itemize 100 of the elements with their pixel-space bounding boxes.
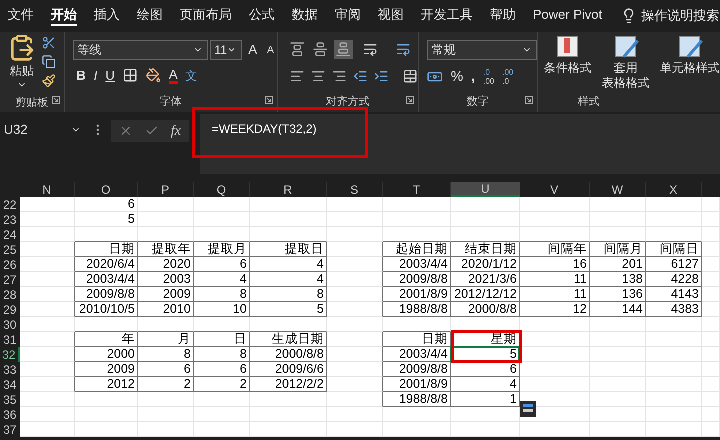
ribbon-tab[interactable]: 公式	[249, 6, 275, 26]
bold-button[interactable]: B	[76, 66, 86, 86]
dialog-launcher-icon[interactable]	[265, 96, 273, 104]
table-cell: 8	[250, 287, 327, 302]
format-painter-icon[interactable]	[42, 74, 56, 88]
align-right-icon[interactable]	[332, 69, 347, 84]
row-header[interactable]: 28	[0, 287, 20, 302]
orientation-icon[interactable]	[363, 42, 378, 57]
vertical-align-button[interactable]	[334, 40, 353, 59]
table-cell	[590, 362, 646, 377]
row-header[interactable]: 27	[0, 272, 20, 287]
row-header[interactable]: 32	[0, 347, 20, 362]
row-header[interactable]: 25	[0, 242, 20, 257]
vertical-align-button[interactable]	[288, 40, 307, 59]
row-header[interactable]: 30	[0, 317, 20, 332]
row-header[interactable]: 22	[0, 197, 20, 212]
number-format-field[interactable]: 常规	[427, 40, 537, 60]
cancel-icon[interactable]	[119, 124, 133, 138]
ribbon-tab[interactable]: 文件	[8, 6, 34, 26]
merge-icon[interactable]	[403, 69, 418, 84]
phonetic-button[interactable]: 文	[186, 66, 198, 85]
row-header[interactable]: 36	[0, 407, 20, 422]
italic-button[interactable]: I	[94, 66, 98, 86]
column-header[interactable]: O	[75, 182, 138, 197]
column-header[interactable]: U	[451, 182, 520, 197]
table-cell	[702, 392, 720, 407]
row-header[interactable]: 34	[0, 377, 20, 392]
column-header[interactable]: S	[327, 182, 383, 197]
comma-button[interactable]: ,	[471, 66, 476, 87]
table-cell	[327, 212, 383, 227]
ribbon-tab[interactable]: 开发工具	[421, 6, 473, 26]
ribbon-tab[interactable]: 审阅	[335, 6, 361, 26]
column-header[interactable]: P	[138, 182, 194, 197]
borders-icon[interactable]	[123, 68, 138, 84]
align-center-icon[interactable]	[311, 69, 326, 84]
row-header[interactable]: 26	[0, 257, 20, 272]
table-cell: 4	[451, 377, 520, 392]
shrink-font-button[interactable]: A	[264, 42, 277, 58]
table-cell: 2000	[75, 347, 138, 362]
fill-color-icon[interactable]	[146, 68, 162, 84]
table-cell	[138, 197, 194, 212]
table-cell: 结束日期	[451, 242, 520, 257]
column-header[interactable]: W	[590, 182, 646, 197]
column-header[interactable]: Q	[194, 182, 250, 197]
quick-analysis-icon[interactable]	[520, 401, 536, 417]
table-cell	[590, 347, 646, 362]
column-header[interactable]: R	[250, 182, 327, 197]
indent-decrease-icon[interactable]	[353, 69, 368, 84]
row-header[interactable]: 29	[0, 302, 20, 317]
table-cell	[590, 212, 646, 227]
copy-icon[interactable]	[42, 55, 56, 69]
underline-button[interactable]: U	[106, 66, 116, 86]
ribbon-tab[interactable]: Power Pivot	[533, 6, 602, 26]
ribbon-tab[interactable]: 插入	[94, 6, 120, 26]
decimal-button[interactable]: .00 .0	[502, 68, 514, 86]
style-button[interactable]: 套用 表格格式	[602, 35, 650, 91]
table-cell	[327, 317, 383, 332]
row-header[interactable]: 37	[0, 422, 20, 437]
row-header[interactable]: 24	[0, 227, 20, 242]
table-cell	[702, 257, 720, 272]
formula-field[interactable]: =WEEKDAY(T32,2)	[200, 114, 720, 174]
search-field[interactable]: 操作说明搜索	[641, 6, 720, 26]
percent-button[interactable]: %	[451, 66, 464, 87]
decimal-button[interactable]: .0 .00	[483, 68, 494, 86]
group-label: 对齐方式	[326, 97, 370, 108]
column-header[interactable]: N	[20, 182, 75, 197]
row-header[interactable]: 33	[0, 362, 20, 377]
indent-increase-icon[interactable]	[374, 69, 389, 84]
table-cell	[590, 197, 646, 212]
font-size-field[interactable]: 11	[210, 40, 242, 60]
row-header[interactable]: 23	[0, 212, 20, 227]
font-color-button[interactable]: A	[169, 68, 178, 84]
dialog-launcher-icon[interactable]	[525, 96, 533, 104]
table-cell	[590, 227, 646, 242]
ribbon-tab[interactable]: 页面布局	[180, 6, 232, 26]
ribbon-tab[interactable]: 绘图	[137, 6, 163, 26]
column-header[interactable]: X	[646, 182, 702, 197]
row-header[interactable]: 31	[0, 332, 20, 347]
cut-icon[interactable]	[42, 36, 56, 50]
dialog-launcher-icon[interactable]	[406, 96, 414, 104]
ribbon-tab[interactable]: 数据	[292, 6, 318, 26]
vertical-align-button[interactable]	[311, 40, 330, 59]
grow-font-button[interactable]: A	[244, 40, 262, 60]
name-box[interactable]: U32	[0, 120, 85, 140]
ribbon-tab[interactable]: 开始	[51, 6, 77, 26]
insert-function-button[interactable]: fx	[171, 120, 182, 142]
table-cell	[20, 377, 75, 392]
column-header[interactable]: V	[520, 182, 590, 197]
paste-button[interactable]: 粘贴	[8, 34, 36, 90]
table-cell	[646, 332, 702, 347]
dialog-launcher-icon[interactable]	[52, 96, 60, 104]
table-cell: 144	[590, 302, 646, 317]
wrap-text-icon[interactable]	[396, 42, 411, 57]
row-header[interactable]: 35	[0, 392, 20, 407]
ribbon-tab[interactable]: 视图	[378, 6, 404, 26]
style-button[interactable]: 条件格式	[544, 35, 592, 91]
align-left-icon[interactable]	[290, 69, 305, 84]
ribbon-tab[interactable]: 帮助	[490, 6, 516, 26]
style-button[interactable]: 单元格样式	[660, 35, 720, 91]
font-name-field[interactable]: 等线	[72, 40, 208, 60]
